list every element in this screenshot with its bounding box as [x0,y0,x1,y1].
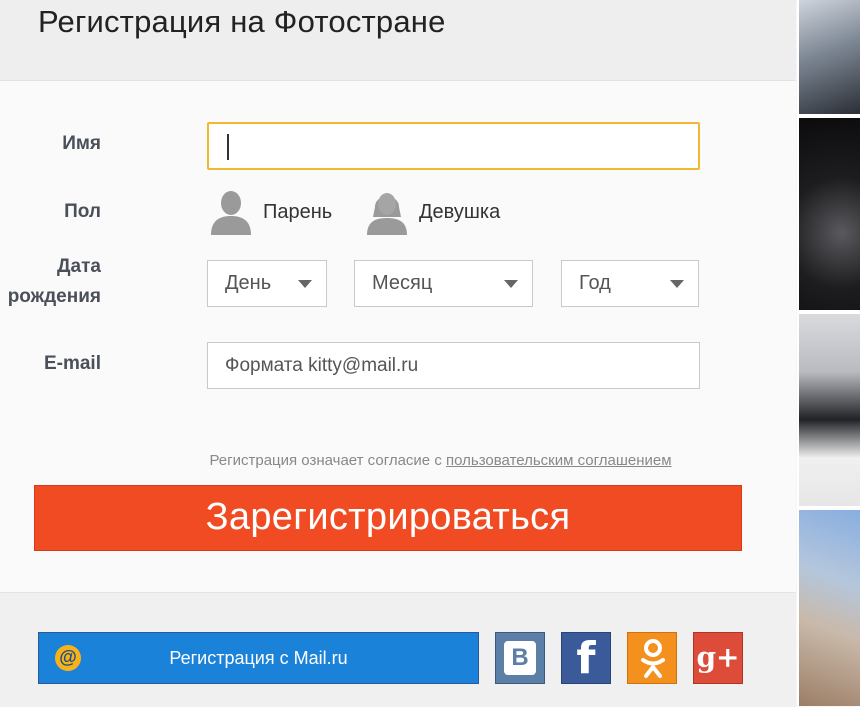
gender-option-label: Девушка [419,200,501,223]
registration-panel: Регистрация на Фотостране Имя Пол Парень… [0,0,796,707]
register-button[interactable]: Зарегистрироваться [34,485,742,551]
male-user-icon [211,191,251,235]
vk-icon: В [504,641,536,675]
email-label: E-mail [43,353,101,374]
gender-option-male[interactable]: Парень [207,189,332,235]
female-user-icon [367,193,407,235]
month-select[interactable]: Месяц [354,260,533,307]
chevron-down-icon [670,280,684,288]
dob-label-line2: рождения [7,286,101,307]
chevron-down-icon [504,280,518,288]
gender-option-label: Парень [263,200,333,223]
agreement-text-prefix: Регистрация означает согласие с [209,452,442,469]
name-label: Имя [62,133,101,154]
day-select-value: День [225,272,272,294]
odnoklassniki-icon [641,639,665,678]
mailru-icon: @ [55,645,81,671]
google-plus-icon: g+ [696,641,740,674]
user-agreement-link[interactable]: пользовательским соглашением [446,452,672,469]
month-select-value: Месяц [372,272,433,294]
google-plus-login-button[interactable]: g+ [693,632,743,684]
odnoklassniki-login-button[interactable] [627,632,677,684]
dob-label: Дата рождения [8,252,101,312]
chevron-down-icon [298,280,312,288]
email-placeholder: Формата kitty@mail.ru [225,355,419,376]
user-photo[interactable] [799,118,860,310]
user-photo[interactable] [799,0,860,114]
register-with-mailru-button[interactable]: @ Регистрация с Mail.ru [38,632,479,684]
page-title: Регистрация на Фотостране [38,4,446,39]
day-select[interactable]: День [207,260,327,307]
gender-option-female[interactable]: Девушка [363,189,500,235]
user-photo[interactable] [799,510,860,706]
facebook-login-button[interactable]: f [561,632,611,684]
photo-strip [797,0,862,706]
header: Регистрация на Фотостране [0,0,796,81]
agreement-text: Регистрация означает согласие с пользова… [0,452,796,469]
vk-login-button[interactable]: В [495,632,545,684]
user-photo[interactable] [799,314,860,506]
year-select[interactable]: Год [561,260,699,307]
gender-label: Пол [64,201,101,222]
dob-label-line1: Дата [57,256,101,277]
text-caret [227,134,229,160]
facebook-icon: f [576,633,596,684]
name-input[interactable] [207,122,700,170]
email-field[interactable]: Формата kitty@mail.ru [207,342,700,389]
mailru-button-label: Регистрация с Mail.ru [169,648,348,668]
year-select-value: Год [579,272,611,294]
